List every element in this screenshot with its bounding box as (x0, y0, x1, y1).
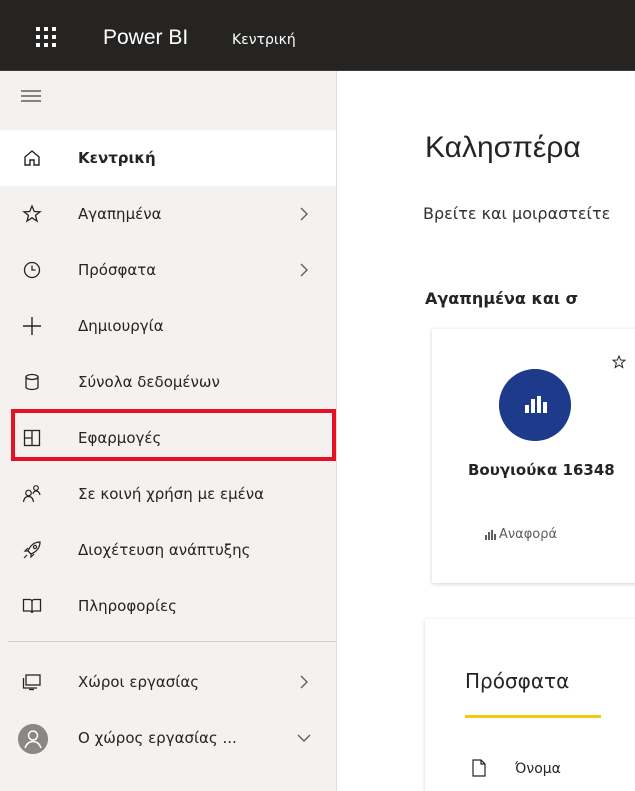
sidebar-item-label: Σε κοινή χρήση με εμένα (78, 485, 265, 503)
chevron-right-icon (300, 207, 308, 221)
sidebar-item-label: Πληροφορίες (78, 597, 177, 615)
sidebar-item-home[interactable]: Κεντρική (0, 130, 336, 186)
sidebar-item-label: Αγαπημένα (78, 205, 162, 223)
sidebar-item-label: Κεντρική (78, 149, 156, 167)
star-icon (22, 204, 42, 223)
sidebar-item-label: Σύνολα δεδομένων (78, 373, 220, 391)
column-header-name[interactable]: Όνομα (515, 761, 561, 777)
chevron-right-icon (300, 263, 308, 277)
sidebar-item-label: Πρόσφατα (78, 261, 157, 279)
page-title: Καλησπέρα (425, 131, 581, 164)
report-type-icon (485, 530, 496, 540)
home-icon (24, 150, 40, 166)
sidebar-item-label: Δημιουργία (78, 317, 164, 335)
recent-panel: Πρόσφατα Όνομα (425, 619, 635, 791)
report-icon (499, 369, 571, 441)
sidebar-item-deployment-pipelines[interactable]: Διοχέτευση ανάπτυξης (0, 522, 336, 578)
breadcrumb[interactable]: Κεντρική (232, 32, 296, 48)
sidebar-item-favorites[interactable]: Αγαπημένα (0, 186, 336, 242)
sidebar-item-label: Διοχέτευση ανάπτυξης (78, 541, 251, 559)
brand-name[interactable]: Power BI (103, 26, 188, 50)
favorite-star-icon[interactable] (612, 355, 626, 369)
plus-icon (23, 317, 41, 335)
main-content: Καλησπέρα Βρείτε και μοιραστείτε Αγαπημέ… (337, 71, 635, 791)
navigation-pane: Κεντρική Αγαπημένα Πρόσφατα Δημιουργία Σ… (0, 71, 337, 791)
apps-highlight-box (11, 409, 336, 461)
sidebar-item-label: Ο χώρος εργασίας ... (78, 729, 237, 747)
tab-recent[interactable]: Πρόσφατα (465, 669, 569, 693)
tab-active-indicator (465, 715, 601, 718)
card-type: Αναφορά (484, 527, 557, 542)
clock-icon (23, 261, 41, 279)
sidebar-divider (8, 641, 336, 642)
favorite-card[interactable]: Βουγιούκα 16348 Αναφορά (432, 329, 635, 583)
hamburger-menu-icon[interactable] (12, 81, 52, 111)
avatar (18, 724, 48, 754)
sidebar-item-workspaces[interactable]: Χώροι εργασίας (0, 654, 336, 710)
sidebar-item-learn[interactable]: Πληροφορίες (0, 578, 336, 634)
shared-icon (22, 485, 41, 503)
sidebar-item-shared-with-me[interactable]: Σε κοινή χρήση με εμένα (0, 466, 336, 522)
sidebar-item-my-workspace[interactable]: Ο χώρος εργασίας ... (0, 710, 336, 766)
sidebar-item-create[interactable]: Δημιουργία (0, 298, 336, 354)
database-icon (25, 373, 39, 391)
page-subtitle: Βρείτε και μοιραστείτε (423, 204, 611, 223)
favorites-heading: Αγαπημένα και σ (425, 289, 579, 308)
app-launcher-icon[interactable] (27, 22, 65, 54)
card-type-label: Αναφορά (499, 527, 558, 542)
sidebar-item-recent[interactable]: Πρόσφατα (0, 242, 336, 298)
rocket-icon (23, 541, 41, 559)
book-icon (22, 598, 42, 614)
sidebar-item-label: Χώροι εργασίας (78, 673, 200, 691)
sidebar-item-datasets[interactable]: Σύνολα δεδομένων (0, 354, 336, 410)
top-bar: Power BI Κεντρική (0, 0, 635, 71)
chevron-right-icon (300, 675, 308, 689)
workspaces-icon (22, 674, 41, 691)
card-title: Βουγιούκα 16348 (468, 461, 615, 479)
document-icon (472, 759, 486, 777)
chevron-down-icon (297, 734, 311, 742)
